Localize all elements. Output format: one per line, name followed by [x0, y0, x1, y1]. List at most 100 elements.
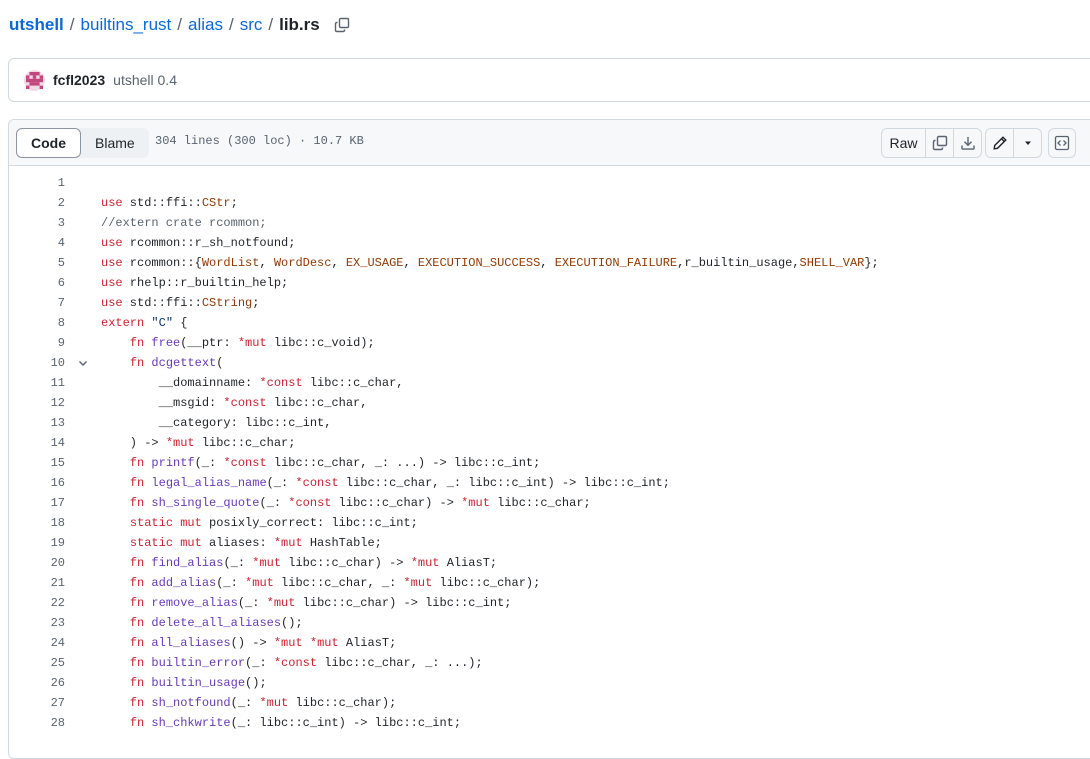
code-keyword: fn: [129, 456, 145, 470]
code-text: (_:: [259, 496, 289, 510]
code-text: libc::c_char) ->: [281, 556, 411, 570]
edit-actions-group: [985, 128, 1042, 158]
code-content: fn sh_chkwrite(_: libc::c_int) -> libc::…: [101, 716, 461, 730]
fold-toggle[interactable]: [65, 357, 101, 369]
line-number[interactable]: 20: [9, 556, 65, 570]
line-number[interactable]: 4: [9, 236, 65, 250]
line-number[interactable]: 5: [9, 256, 65, 270]
breadcrumb-repo-link[interactable]: utshell: [9, 15, 64, 35]
line-number[interactable]: 8: [9, 316, 65, 330]
code-function: all_aliases: [151, 636, 231, 650]
line-number[interactable]: 6: [9, 276, 65, 290]
tab-blame[interactable]: Blame: [81, 128, 149, 158]
code-text: (_:: [194, 456, 224, 470]
breadcrumb-link-builtins-rust[interactable]: builtins_rust: [81, 15, 172, 35]
code-line: 22 fn remove_alias(_: *mut libc::c_char)…: [9, 593, 1090, 613]
code-text: libc::c_char, _: libc::c_int) -> libc::c…: [338, 476, 670, 490]
code-text: libc::c_char;: [489, 496, 591, 510]
breadcrumb-separator: /: [268, 15, 274, 34]
line-number[interactable]: 11: [9, 376, 65, 390]
code-function: remove_alias: [151, 596, 238, 610]
commit-author-link[interactable]: fcfl2023: [53, 72, 105, 88]
code-text: {: [173, 316, 188, 330]
line-number[interactable]: 14: [9, 436, 65, 450]
code-keyword: *const: [273, 656, 318, 670]
line-number[interactable]: 21: [9, 576, 65, 590]
edit-options-button[interactable]: [1014, 129, 1041, 157]
code-keyword: use: [101, 256, 123, 270]
code-text: AliasT;: [338, 636, 397, 650]
line-number[interactable]: 12: [9, 396, 65, 410]
line-number[interactable]: 26: [9, 676, 65, 690]
symbols-panel-button[interactable]: [1048, 128, 1076, 158]
line-number[interactable]: 19: [9, 536, 65, 550]
code-line: 21 fn add_alias(_: *mut libc::c_char, _:…: [9, 573, 1090, 593]
code-line: 14 ) -> *mut libc::c_char;: [9, 433, 1090, 453]
line-number[interactable]: 10: [9, 356, 65, 370]
code-line: 6 use rhelp::r_builtin_help;: [9, 273, 1090, 293]
code-function: sh_notfound: [151, 696, 231, 710]
line-number[interactable]: 3: [9, 216, 65, 230]
code-content: ) -> *mut libc::c_char;: [101, 436, 296, 450]
code-function: builtin_error: [151, 656, 246, 670]
copy-path-button[interactable]: [332, 15, 352, 35]
code-text: ) ->: [101, 436, 166, 450]
code-content: use std::ffi::CStr;: [101, 196, 238, 210]
line-number[interactable]: 2: [9, 196, 65, 210]
code-content: fn delete_all_aliases();: [101, 616, 303, 630]
line-number[interactable]: 15: [9, 456, 65, 470]
breadcrumb-current-file: lib.rs: [279, 15, 320, 34]
line-number[interactable]: 9: [9, 336, 65, 350]
code-type: EX_USAGE: [345, 256, 404, 270]
code-line: 1: [9, 173, 1090, 193]
code-content: fn printf(_: *const libc::c_char, _: ...…: [101, 456, 541, 470]
download-button[interactable]: [954, 129, 981, 157]
code-keyword: *mut: [410, 556, 440, 570]
line-number[interactable]: 7: [9, 296, 65, 310]
code-content: use rhelp::r_builtin_help;: [101, 276, 288, 290]
breadcrumb-link-alias[interactable]: alias: [188, 15, 223, 35]
line-number[interactable]: 1: [9, 176, 65, 190]
line-number[interactable]: 28: [9, 716, 65, 730]
file-header: Code Blame 304 lines (300 loc) · 10.7 KB…: [9, 120, 1090, 166]
code-keyword: use: [101, 296, 123, 310]
breadcrumb-link-src[interactable]: src: [240, 15, 263, 35]
code-keyword: *mut: [237, 336, 267, 350]
latest-commit-bar: fcfl2023 utshell 0.4: [8, 58, 1090, 102]
line-number[interactable]: 17: [9, 496, 65, 510]
code-keyword: fn: [129, 636, 145, 650]
code-line: 26 fn builtin_usage();: [9, 673, 1090, 693]
code-function: builtin_usage: [151, 676, 246, 690]
code-text: (_:: [237, 596, 267, 610]
line-number[interactable]: 22: [9, 596, 65, 610]
line-number[interactable]: 25: [9, 656, 65, 670]
code-content: fn sh_notfound(_: *mut libc::c_char);: [101, 696, 396, 710]
line-number[interactable]: 27: [9, 696, 65, 710]
code-content: fn all_aliases() -> *mut *mut AliasT;: [101, 636, 396, 650]
identicon-icon: [26, 71, 43, 89]
code-text: libc::c_char);: [288, 696, 397, 710]
line-number[interactable]: 24: [9, 636, 65, 650]
line-number[interactable]: 23: [9, 616, 65, 630]
code-text: (_:: [223, 556, 253, 570]
code-text: __domainname:: [101, 376, 260, 390]
edit-file-button[interactable]: [986, 129, 1014, 157]
line-number[interactable]: 18: [9, 516, 65, 530]
line-number[interactable]: 13: [9, 416, 65, 430]
avatar[interactable]: [24, 69, 45, 91]
code-content: __category: libc::c_int,: [101, 416, 332, 430]
tab-code[interactable]: Code: [16, 128, 81, 158]
copy-raw-button[interactable]: [926, 129, 954, 157]
code-keyword: *mut: [165, 436, 195, 450]
line-number[interactable]: 16: [9, 476, 65, 490]
breadcrumb-separator: /: [228, 15, 234, 34]
code-keyword: *const: [223, 396, 267, 410]
commit-message-link[interactable]: utshell 0.4: [113, 72, 177, 88]
raw-button[interactable]: Raw: [882, 129, 926, 157]
code-text: AliasT;: [439, 556, 498, 570]
code-line: 27 fn sh_notfound(_: *mut libc::c_char);: [9, 693, 1090, 713]
code-content: static mut posixly_correct: libc::c_int;: [101, 516, 418, 530]
